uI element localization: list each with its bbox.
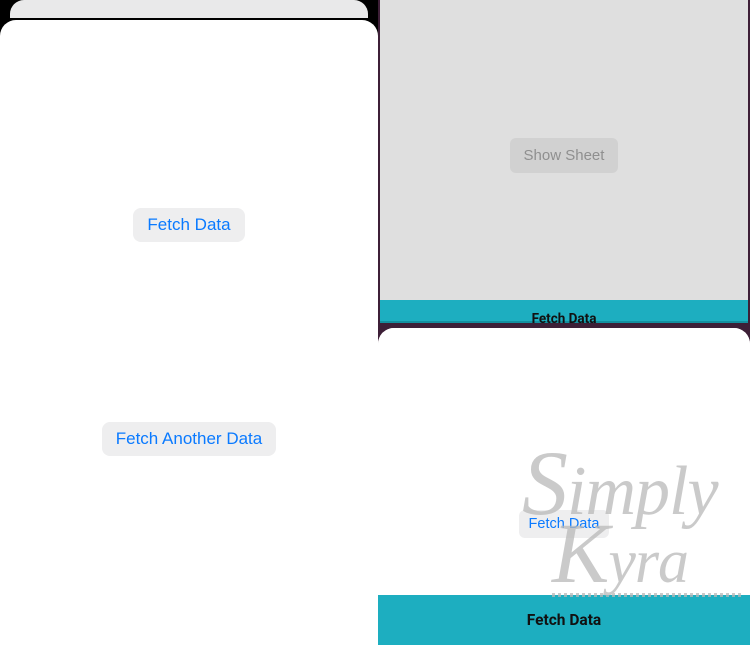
watermark-line2-rest: yra	[608, 528, 688, 596]
right-top-body: Show Sheet Fetch Data	[380, 0, 748, 323]
right-bottom-screen: Fetch Data Fetch Data Simply Kyra	[378, 328, 750, 645]
fetch-data-button[interactable]: Fetch Data	[519, 510, 610, 538]
show-sheet-button[interactable]: Show Sheet	[510, 138, 619, 173]
right-column-container: Show Sheet Fetch Data Fetch Data Fetch D…	[378, 0, 750, 645]
teal-nav-bar-bottom: Fetch Data	[378, 595, 750, 645]
ios-sheet-back-layer	[10, 0, 368, 18]
fetch-data-button[interactable]: Fetch Data	[133, 208, 244, 242]
teal-nav-title-bottom: Fetch Data	[527, 611, 601, 629]
teal-nav-title-top: Fetch Data	[532, 311, 597, 327]
ios-sheet-container: Fetch Data Fetch Another Data	[0, 0, 378, 645]
teal-nav-bar-top: Fetch Data	[380, 300, 748, 323]
ios-sheet: Fetch Data Fetch Another Data	[0, 20, 378, 645]
right-top-screen: Show Sheet Fetch Data	[378, 0, 750, 323]
fetch-another-data-button[interactable]: Fetch Another Data	[102, 422, 276, 456]
right-bottom-body: Fetch Data Fetch Data Simply Kyra	[378, 328, 750, 645]
